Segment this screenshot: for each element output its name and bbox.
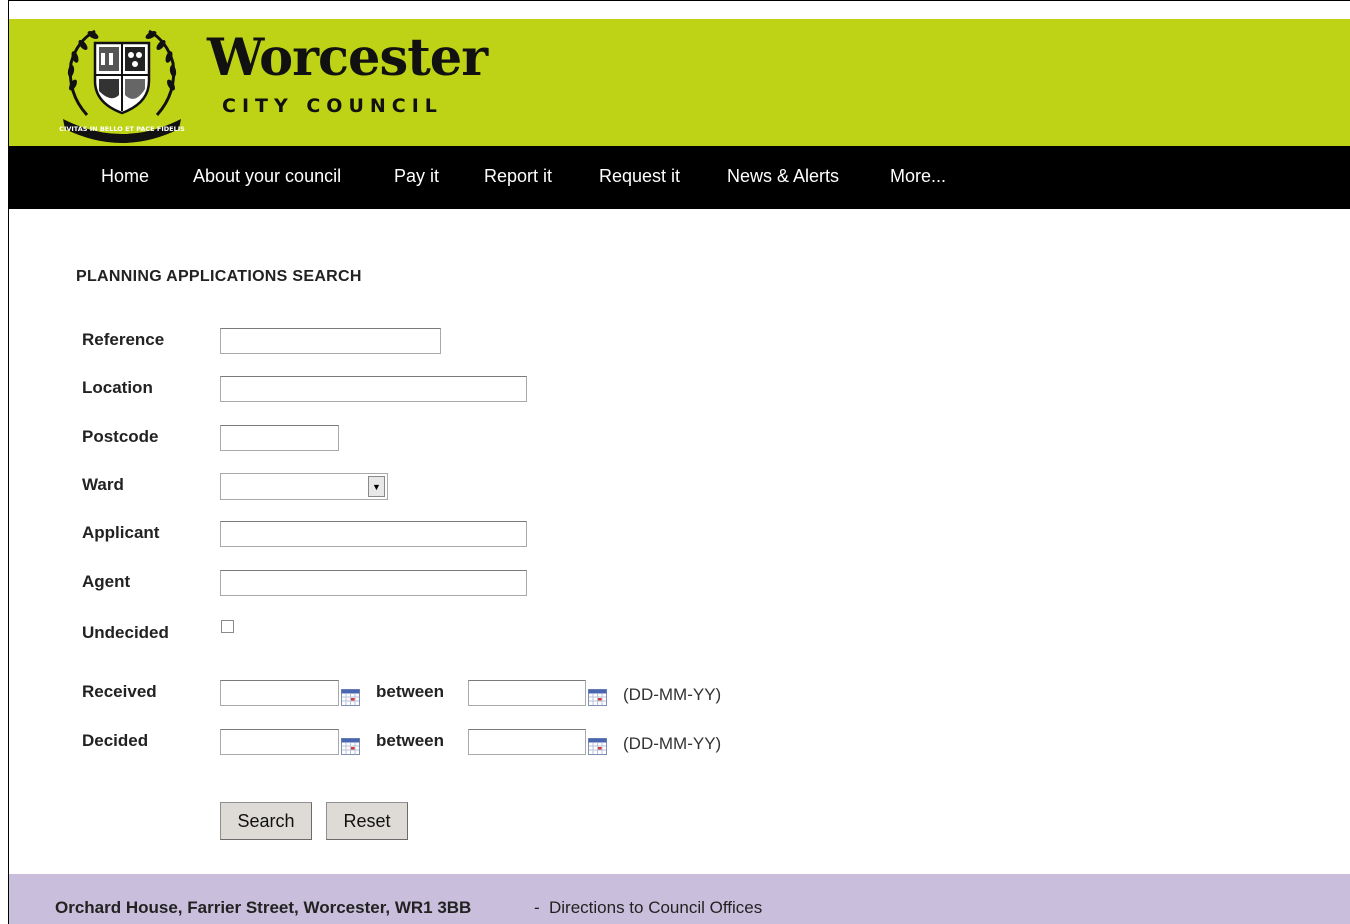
applicant-label: Applicant	[82, 523, 160, 542]
location-input[interactable]	[220, 376, 527, 402]
decided-date-format: (DD-MM-YY)	[623, 734, 722, 753]
nav-item-about-your-council[interactable]: About your council	[193, 166, 341, 187]
postcode-input[interactable]	[220, 425, 339, 451]
page-frame: CIVITAS IN BELLO ET PACE FIDELIS Worcest…	[8, 0, 1350, 924]
directions-link[interactable]: Directions to Council Offices	[549, 898, 762, 918]
council-crest-logo[interactable]: CIVITAS IN BELLO ET PACE FIDELIS	[57, 23, 187, 143]
site-subtitle: CITY COUNCIL	[222, 95, 443, 117]
received-from-input[interactable]	[220, 680, 339, 706]
site-title[interactable]: Worcester	[207, 33, 488, 84]
agent-label: Agent	[82, 572, 131, 591]
crest-motto: CIVITAS IN BELLO ET PACE FIDELIS	[59, 125, 185, 133]
nav-item-report-it[interactable]: Report it	[484, 166, 552, 187]
decided-between-label: between	[376, 731, 445, 750]
site-header: CIVITAS IN BELLO ET PACE FIDELIS Worcest…	[9, 19, 1350, 146]
calendar-icon[interactable]	[588, 689, 607, 706]
decided-to-input[interactable]	[468, 729, 586, 755]
reset-button[interactable]: Reset	[326, 802, 408, 840]
undecided-label: Undecided	[82, 623, 169, 642]
ward-label: Ward	[82, 475, 124, 494]
received-label: Received	[82, 682, 157, 701]
agent-input[interactable]	[220, 570, 527, 596]
nav-item-home[interactable]: Home	[101, 166, 149, 187]
reference-label: Reference	[82, 330, 165, 349]
calendar-icon[interactable]	[588, 738, 607, 755]
decided-from-input[interactable]	[220, 729, 339, 755]
nav-item-more[interactable]: More...	[890, 166, 946, 187]
site-footer: Orchard House, Farrier Street, Worcester…	[9, 874, 1350, 924]
applicant-input[interactable]	[220, 521, 527, 547]
footer-separator: -	[534, 898, 540, 917]
received-to-input[interactable]	[468, 680, 586, 706]
decided-label: Decided	[82, 731, 149, 750]
calendar-icon[interactable]	[341, 689, 360, 706]
nav-item-pay-it[interactable]: Pay it	[394, 166, 439, 187]
calendar-icon[interactable]	[341, 738, 360, 755]
undecided-checkbox[interactable]	[221, 620, 234, 633]
chevron-down-icon[interactable]: ▼	[368, 476, 385, 497]
reference-input[interactable]	[220, 328, 441, 354]
received-date-format: (DD-MM-YY)	[623, 685, 722, 704]
search-button[interactable]: Search	[220, 802, 312, 840]
received-between-label: between	[376, 682, 445, 701]
main-nav: Home About your council Pay it Report it…	[9, 146, 1350, 209]
page-title: PLANNING APPLICATIONS SEARCH	[76, 268, 362, 285]
footer-address: Orchard House, Farrier Street, Worcester…	[55, 898, 472, 917]
postcode-label: Postcode	[82, 427, 159, 446]
ward-select[interactable]: ▼	[220, 473, 388, 500]
nav-item-request-it[interactable]: Request it	[599, 166, 680, 187]
nav-item-news-alerts[interactable]: News & Alerts	[727, 166, 839, 187]
location-label: Location	[82, 378, 153, 397]
